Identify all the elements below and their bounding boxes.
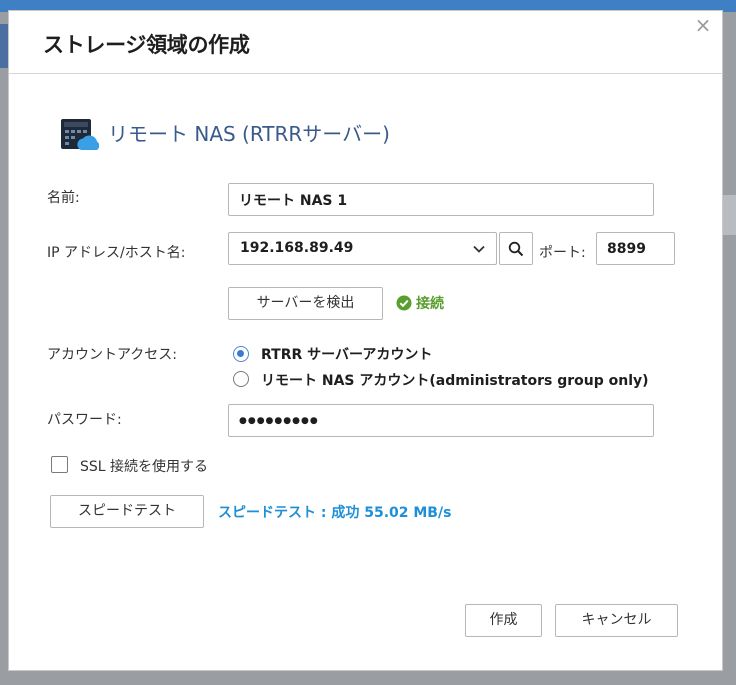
connection-status-text: 接続 — [416, 296, 444, 312]
create-button[interactable]: 作成 — [465, 604, 542, 637]
radio-remote-nas-account[interactable] — [233, 371, 249, 387]
radio-remote-nas-account-label[interactable]: リモート NAS アカウント(administrators group only… — [261, 370, 649, 390]
ip-address-value: 192.168.89.49 — [240, 240, 354, 256]
name-input[interactable] — [228, 183, 654, 216]
background-right-strip — [723, 195, 736, 235]
search-icon — [508, 241, 524, 257]
connection-status: 接続 — [396, 293, 444, 313]
ssl-checkbox[interactable] — [51, 456, 68, 473]
ip-label: IP アドレス/ホスト名: — [47, 245, 186, 261]
nas-heading: リモート NAS (RTRRサーバー) — [108, 122, 390, 146]
password-label: パスワード: — [47, 412, 122, 428]
dialog-title: ストレージ領域の作成 — [43, 33, 250, 57]
create-storage-dialog: ストレージ領域の作成 × リモート NAS (RTRRサーバー) 名前: IP … — [8, 10, 723, 671]
speed-test-button[interactable]: スピードテスト — [50, 495, 204, 528]
radio-rtrr-account[interactable] — [233, 346, 249, 362]
nas-cloud-icon — [61, 119, 99, 150]
ssl-label[interactable]: SSL 接続を使用する — [80, 456, 208, 476]
cancel-button[interactable]: キャンセル — [555, 604, 678, 637]
search-button[interactable] — [499, 232, 533, 265]
ip-address-select[interactable]: 192.168.89.49 — [228, 232, 497, 265]
check-circle-icon — [396, 295, 412, 311]
account-access-label: アカウントアクセス: — [47, 347, 178, 363]
speed-test-result: スピードテスト : 成功 55.02 MB/s — [218, 505, 452, 521]
radio-rtrr-account-label[interactable]: RTRR サーバーアカウント — [261, 344, 432, 364]
chevron-down-icon — [473, 245, 485, 253]
detect-server-button[interactable]: サーバーを検出 — [228, 287, 383, 320]
port-label: ポート: — [539, 245, 586, 261]
password-input[interactable] — [228, 404, 654, 437]
background-left-strip — [0, 24, 8, 68]
port-input[interactable] — [596, 232, 675, 265]
title-divider — [9, 73, 722, 74]
name-label: 名前: — [47, 190, 80, 206]
close-icon[interactable]: × — [693, 15, 713, 35]
